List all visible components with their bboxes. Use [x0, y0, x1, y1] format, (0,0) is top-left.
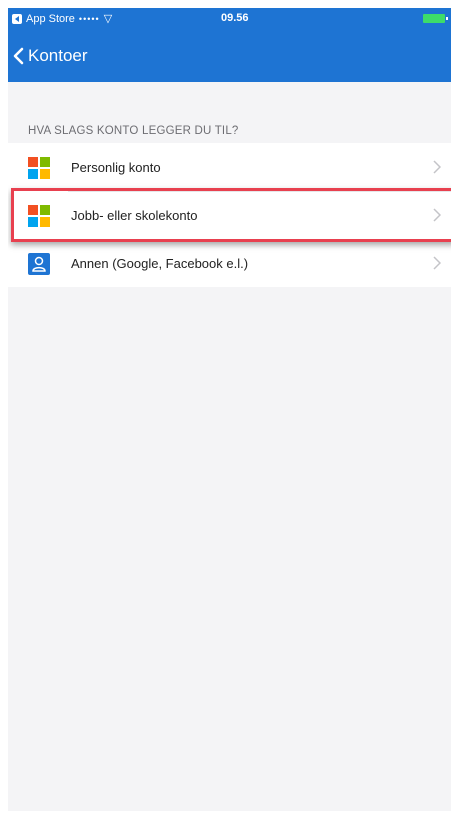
- status-bar: App Store ••••• ▽ 09.56: [8, 8, 451, 30]
- microsoft-logo-icon: [28, 205, 50, 227]
- status-time: 09.56: [221, 12, 249, 24]
- navigation-bar: Kontoer: [8, 30, 451, 82]
- account-option-personal[interactable]: Personlig konto: [8, 143, 451, 191]
- account-option-label: Annen (Google, Facebook e.l.): [71, 255, 249, 271]
- battery-icon: [423, 14, 448, 23]
- person-icon: [28, 253, 50, 275]
- signal-strength: •••••: [78, 13, 100, 24]
- status-left: App Store ••••• ▽: [12, 12, 112, 25]
- account-option-label: Personlig konto: [71, 159, 161, 175]
- section-header: HVA SLAGS KONTO LEGGER DU TIL?: [28, 125, 239, 137]
- screen: App Store ••••• ▽ 09.56 Kontoer HVA SLAG…: [8, 8, 451, 811]
- back-to-app-label[interactable]: App Store: [26, 13, 75, 25]
- microsoft-logo-icon: [28, 157, 50, 179]
- chevron-right-icon: [433, 160, 441, 174]
- account-option-label: Jobb- eller skolekonto: [71, 207, 198, 223]
- chevron-left-icon: [13, 47, 24, 65]
- wifi-icon: ▽: [103, 13, 113, 25]
- account-type-list: Personlig konto Jobb- eller skolekonto A…: [8, 143, 451, 287]
- back-button[interactable]: Kontoer: [12, 42, 88, 70]
- account-option-other[interactable]: Annen (Google, Facebook e.l.): [8, 239, 451, 287]
- back-button-label: Kontoer: [28, 46, 88, 65]
- chevron-right-icon: [433, 208, 441, 222]
- chevron-right-icon: [433, 256, 441, 270]
- account-option-work-school[interactable]: Jobb- eller skolekonto: [8, 191, 451, 239]
- back-to-app-icon[interactable]: [12, 13, 22, 24]
